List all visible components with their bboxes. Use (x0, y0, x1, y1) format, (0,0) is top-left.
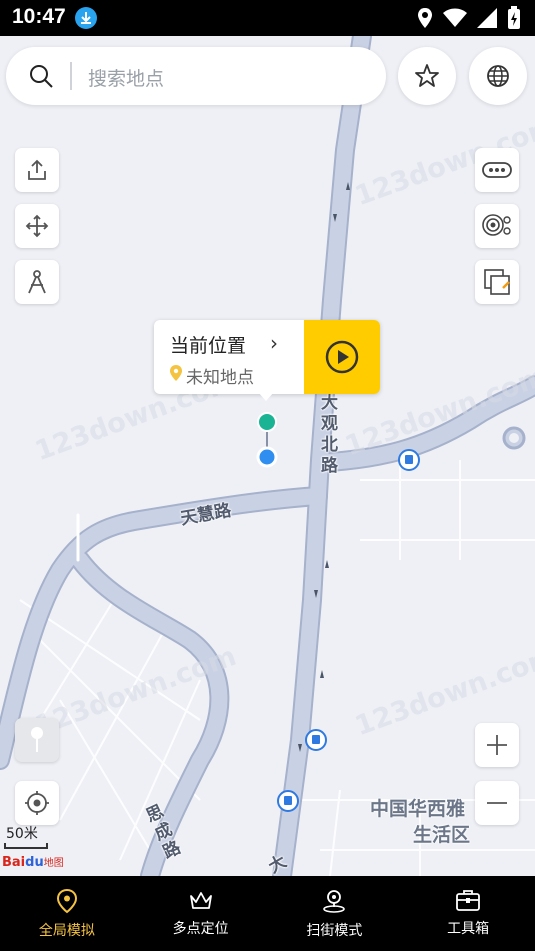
wifi-icon (443, 8, 467, 27)
zoom-out-button[interactable] (475, 781, 519, 825)
location-pin-icon (169, 364, 183, 386)
status-time: 10:47 (12, 5, 66, 28)
baidu-map-logo: Baidu地图 (2, 855, 64, 870)
map-view[interactable]: 123down.com 123down.com 123down.com 123d… (0, 36, 535, 876)
joystick-button[interactable] (15, 718, 59, 762)
location-status-icon (418, 8, 432, 28)
popup-subtitle: 未知地点 (186, 368, 254, 388)
status-bar: 10:47 (0, 0, 535, 36)
location-pin-icon (56, 888, 77, 914)
bottom-tab-bar: 全局模拟 多点定位 扫街模式 工具箱 (0, 876, 535, 951)
search-divider (70, 62, 72, 90)
locate-button[interactable] (15, 781, 59, 825)
globe-icon (487, 65, 509, 87)
popup-tail (258, 392, 274, 401)
download-icon (75, 7, 97, 29)
tab-label: 全局模拟 (38, 923, 95, 939)
crosshair-icon (25, 791, 49, 815)
map-scale-bar (4, 843, 48, 849)
radar-icon (482, 214, 511, 236)
favorite-button[interactable] (398, 47, 456, 105)
road-label: 大观北路 (321, 393, 338, 476)
location-popup[interactable]: 当前位置 › 未知地点 (154, 320, 380, 394)
minus-icon (487, 802, 507, 804)
search-icon (28, 63, 54, 93)
globe-button[interactable] (469, 47, 527, 105)
tab-label: 工具箱 (447, 921, 490, 937)
start-simulation-button[interactable] (304, 320, 380, 394)
upload-icon (28, 159, 46, 180)
poi-label: 中国华西雅 (370, 798, 466, 820)
tab-global-simulation[interactable]: 全局模拟 (0, 876, 134, 951)
search-input[interactable]: 搜索地点 (88, 64, 164, 91)
location-marker (256, 412, 278, 468)
signal-icon (477, 8, 497, 28)
layers-icon (484, 269, 510, 295)
share-button[interactable] (15, 148, 59, 192)
popup-title: 当前位置 (170, 335, 247, 357)
zoom-in-button[interactable] (475, 723, 519, 767)
map-marker-icon (323, 890, 346, 913)
search-bar[interactable]: 搜索地点 (6, 47, 386, 105)
move-arrows-icon (25, 214, 49, 238)
map-scale-label: 50米 (6, 826, 38, 842)
plus-icon (487, 735, 507, 755)
layers-button[interactable] (475, 260, 519, 304)
status-icons (417, 6, 521, 30)
star-icon (415, 64, 439, 87)
chevron-right-icon: › (270, 331, 278, 355)
radar-button[interactable] (475, 204, 519, 248)
battery-icon (508, 6, 520, 29)
compass-button[interactable] (15, 260, 59, 304)
more-button[interactable] (475, 148, 519, 192)
tab-street-scan[interactable]: 扫街模式 (268, 876, 402, 951)
tab-toolbox[interactable]: 工具箱 (401, 876, 535, 951)
move-button[interactable] (15, 204, 59, 248)
poi-label: 生活区 (413, 824, 471, 846)
play-icon (325, 340, 359, 374)
joystick-icon (31, 727, 43, 752)
tab-label: 多点定位 (172, 921, 229, 937)
toolbox-icon (456, 890, 481, 911)
tab-multi-point[interactable]: 多点定位 (134, 876, 268, 951)
compass-drafting-icon (28, 270, 46, 294)
more-dots-icon (482, 162, 512, 178)
crown-icon (189, 892, 212, 909)
tab-label: 扫街模式 (306, 923, 363, 939)
